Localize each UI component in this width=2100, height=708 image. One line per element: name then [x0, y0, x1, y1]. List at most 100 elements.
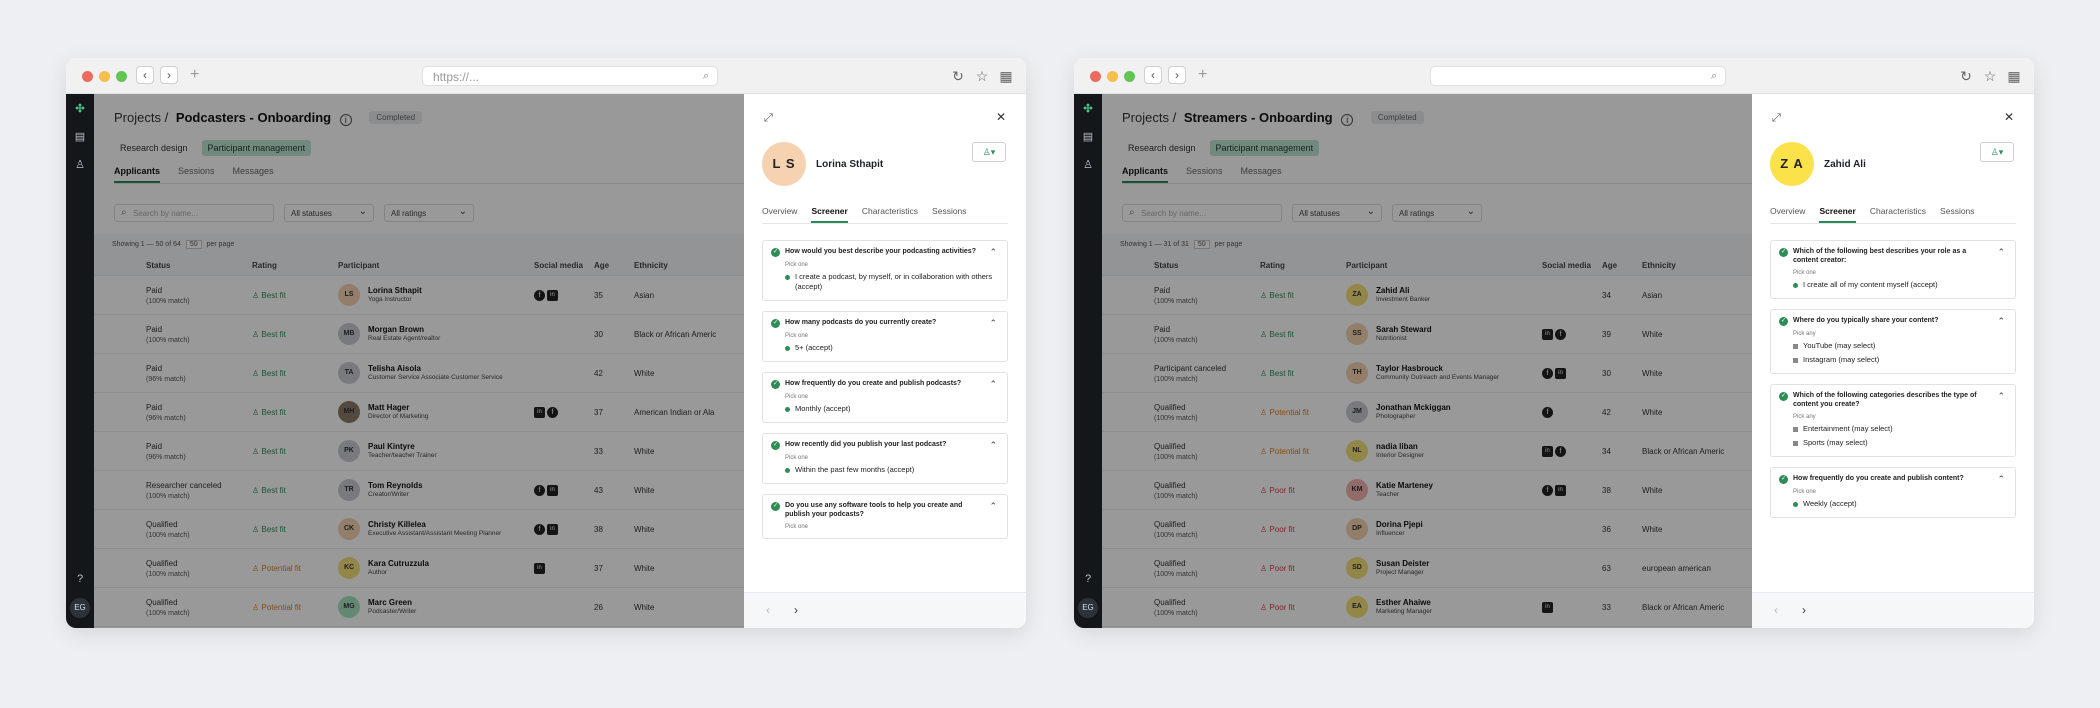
col-social-media[interactable]: Social media: [1542, 261, 1591, 270]
linkedin-icon[interactable]: in: [1542, 446, 1553, 457]
table-row[interactable]: Qualified (100% match) ♙ Potential fit NL na…: [1102, 432, 1752, 471]
per-page-select[interactable]: 50: [185, 240, 202, 249]
info-icon[interactable]: i: [1341, 114, 1354, 126]
next-participant-icon[interactable]: ›: [794, 603, 798, 617]
info-icon[interactable]: i: [339, 114, 352, 126]
rating-cell[interactable]: ♙ Potential fit: [1260, 408, 1309, 417]
linkedin-icon[interactable]: in: [534, 563, 545, 574]
chevron-up-icon[interactable]: ⌃: [1997, 316, 2005, 327]
rating-cell[interactable]: ♙ Poor fit: [1260, 486, 1295, 495]
rating-cell[interactable]: ♙ Best fit: [252, 525, 286, 534]
tab-characteristics[interactable]: Characteristics: [862, 206, 918, 223]
search-input[interactable]: Search by name...: [114, 204, 274, 222]
user-avatar[interactable]: EG: [70, 598, 90, 618]
linkedin-icon[interactable]: in: [534, 407, 545, 418]
table-row[interactable]: Qualified (100% match) ♙ Potential fit MG Ma…: [94, 588, 744, 627]
linkedin-icon[interactable]: in: [1542, 329, 1553, 340]
linkedin-icon[interactable]: in: [1555, 368, 1566, 379]
minimize-window-button[interactable]: [99, 71, 110, 82]
col-ethnicity[interactable]: Ethnicity: [1642, 261, 1676, 270]
grid-icon[interactable]: ▦: [2004, 66, 2024, 86]
col-rating[interactable]: Rating: [252, 261, 277, 270]
col-status[interactable]: Status: [1154, 261, 1178, 270]
table-row[interactable]: Paid (96% match) ♙ Best fit PK Paul Kintyre T…: [94, 432, 744, 471]
maximize-window-button[interactable]: [116, 71, 127, 82]
tab-screener[interactable]: Screener: [811, 206, 848, 223]
col-age[interactable]: Age: [1602, 261, 1617, 270]
linkedin-icon[interactable]: in: [547, 485, 558, 496]
col-ethnicity[interactable]: Ethnicity: [634, 261, 668, 270]
chevron-up-icon[interactable]: ⌃: [989, 318, 997, 329]
facebook-icon[interactable]: f: [534, 485, 545, 496]
maximize-window-button[interactable]: [1124, 71, 1135, 82]
per-page-select[interactable]: 50: [1193, 240, 1210, 249]
rating-filter-select[interactable]: All ratings: [1392, 204, 1482, 222]
breadcrumb-projects-link[interactable]: Projects /: [1122, 110, 1176, 125]
rating-cell[interactable]: ♙ Best fit: [1260, 369, 1294, 378]
projects-icon[interactable]: ▤: [73, 130, 87, 144]
subtab-research-design[interactable]: Research design: [114, 140, 194, 156]
breadcrumb-projects-link[interactable]: Projects /: [114, 110, 168, 125]
back-icon[interactable]: ‹: [1144, 66, 1162, 84]
tab-sessions[interactable]: Sessions: [1186, 166, 1223, 183]
chevron-up-icon[interactable]: ⌃: [989, 440, 997, 451]
col-participant[interactable]: Participant: [338, 261, 379, 270]
expand-icon[interactable]: ⤢: [764, 112, 773, 125]
tab-overview[interactable]: Overview: [762, 206, 797, 223]
col-age[interactable]: Age: [594, 261, 609, 270]
expand-icon[interactable]: ⤢: [1772, 112, 1781, 125]
col-social-media[interactable]: Social media: [534, 261, 583, 270]
tab-panel-sessions[interactable]: Sessions: [932, 206, 967, 223]
bookmark-icon[interactable]: ☆: [1980, 66, 2000, 86]
table-row[interactable]: Paid (100% match) ♙ Best fit LS Lorina Sthap…: [94, 276, 744, 315]
tab-overview[interactable]: Overview: [1770, 206, 1805, 223]
facebook-icon[interactable]: f: [534, 524, 545, 535]
reload-icon[interactable]: ↻: [1956, 66, 1976, 86]
status-filter-select[interactable]: All statuses: [284, 204, 374, 222]
table-row[interactable]: Qualified (100% match) ♙ Poor fit DP Dorina …: [1102, 510, 1752, 549]
table-row[interactable]: Paid (100% match) ♙ Best fit SS Sarah Stewar…: [1102, 315, 1752, 354]
col-rating[interactable]: Rating: [1260, 261, 1285, 270]
forward-icon[interactable]: ›: [160, 66, 178, 84]
facebook-icon[interactable]: f: [1555, 329, 1566, 340]
tab-messages[interactable]: Messages: [1241, 166, 1282, 183]
chevron-up-icon[interactable]: ⌃: [989, 247, 997, 258]
minimize-window-button[interactable]: [1107, 71, 1118, 82]
table-row[interactable]: Paid (100% match) ♙ Best fit MB Morgan Brown…: [94, 315, 744, 354]
tab-sessions[interactable]: Sessions: [178, 166, 215, 183]
rating-cell[interactable]: ♙ Best fit: [252, 291, 286, 300]
projects-icon[interactable]: ▤: [1081, 130, 1095, 144]
facebook-icon[interactable]: f: [534, 290, 545, 301]
invite-dropdown-button[interactable]: ♙▾: [972, 142, 1006, 162]
rating-filter-select[interactable]: All ratings: [384, 204, 474, 222]
table-row[interactable]: Qualified (100% match) ♙ Poor fit SD Susan D…: [1102, 549, 1752, 588]
people-icon[interactable]: ♙: [73, 158, 87, 172]
table-row[interactable]: Qualified (100% match) ♙ Potential fit KC Ka…: [94, 549, 744, 588]
table-row[interactable]: Paid (100% match) ♙ Best fit ZA Zahid Ali Inv…: [1102, 276, 1752, 315]
reload-icon[interactable]: ↻: [948, 66, 968, 86]
logo-icon[interactable]: ✣: [73, 102, 87, 116]
next-participant-icon[interactable]: ›: [1802, 603, 1806, 617]
tab-applicants[interactable]: Applicants: [114, 166, 161, 183]
linkedin-icon[interactable]: in: [1555, 485, 1566, 496]
back-icon[interactable]: ‹: [136, 66, 154, 84]
rating-cell[interactable]: ♙ Poor fit: [1260, 564, 1295, 573]
help-icon[interactable]: ?: [73, 572, 87, 586]
table-row[interactable]: Researcher canceled (100% match) ♙ Best fi…: [94, 471, 744, 510]
rating-cell[interactable]: ♙ Potential fit: [252, 603, 301, 612]
rating-cell[interactable]: ♙ Best fit: [1260, 330, 1294, 339]
subtab-participant-management[interactable]: Participant management: [201, 140, 312, 156]
logo-icon[interactable]: ✣: [1081, 102, 1095, 116]
tab-characteristics[interactable]: Characteristics: [1870, 206, 1926, 223]
close-icon[interactable]: ✕: [2004, 110, 2014, 124]
tab-panel-sessions[interactable]: Sessions: [1940, 206, 1975, 223]
facebook-icon[interactable]: f: [1542, 368, 1553, 379]
search-input[interactable]: Search by name...: [1122, 204, 1282, 222]
rating-cell[interactable]: ♙ Poor fit: [1260, 603, 1295, 612]
chevron-up-icon[interactable]: ⌃: [1997, 247, 2005, 258]
new-tab-icon[interactable]: +: [190, 66, 199, 84]
previous-participant-icon[interactable]: ‹: [766, 603, 770, 617]
bookmark-icon[interactable]: ☆: [972, 66, 992, 86]
table-row[interactable]: Paid (96% match) ♙ Best fit MH Matt Hager Dir…: [94, 393, 744, 432]
col-status[interactable]: Status: [146, 261, 170, 270]
